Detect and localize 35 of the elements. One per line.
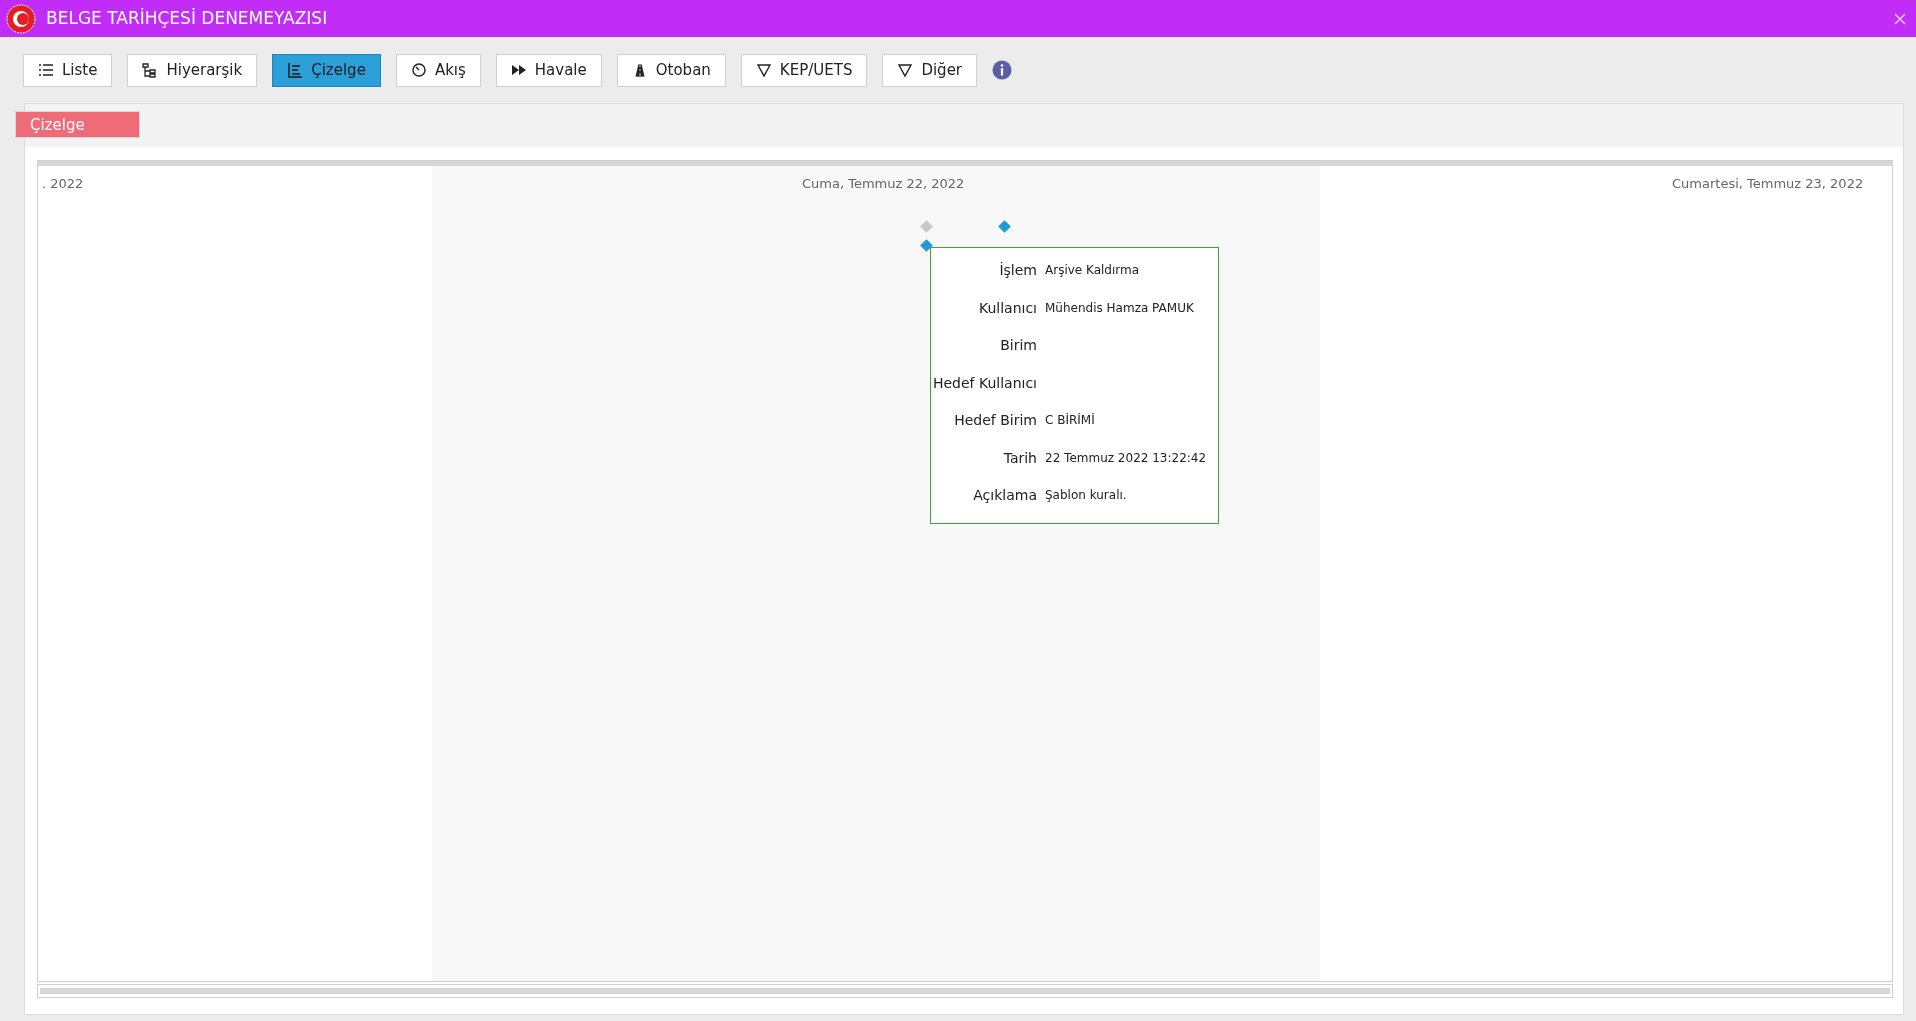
date-label: Cumartesi, Temmuz 23, 2022 xyxy=(1672,175,1864,193)
date-label: Cuma, Temmuz 22, 2022 xyxy=(802,175,965,193)
clock-icon xyxy=(410,62,427,78)
close-icon[interactable] xyxy=(1894,12,1906,25)
window-title: BELGE TARİHÇESİ DENEMEYAZISI xyxy=(46,6,328,30)
toolbar-button[interactable]: Çizelge xyxy=(272,53,381,87)
chart-icon xyxy=(287,62,304,78)
field-label: Hedef Birim xyxy=(953,411,1037,430)
field-label: Birim xyxy=(999,336,1037,355)
field-label: Açıklama xyxy=(972,486,1037,505)
filter-icon xyxy=(755,62,772,78)
field-value: Mühendis Hamza PAMUK xyxy=(1045,299,1195,317)
field-value: Arşive Kaldırma xyxy=(1045,262,1141,279)
field-label: Tarih xyxy=(1002,448,1037,468)
list-icon xyxy=(38,62,54,78)
field-label: Hedef Kullanıcı xyxy=(931,373,1037,393)
field-value: C BİRİMİ xyxy=(1045,412,1096,429)
toolbar-button[interactable]: Otoban xyxy=(616,53,726,87)
toolbar-button[interactable]: KEP/UETS xyxy=(740,53,868,87)
toolbar-button[interactable]: Havale xyxy=(495,53,602,87)
toolbar-button[interactable]: Akış xyxy=(395,53,481,87)
toolbar-button[interactable]: Liste xyxy=(23,53,113,87)
date-label: . 2022 xyxy=(42,175,84,193)
field-value: 22 Temmuz 2022 13:22:42 xyxy=(1045,449,1207,467)
horizontal-scrollbar[interactable] xyxy=(37,984,1893,998)
forward-icon xyxy=(510,62,527,78)
info-icon[interactable] xyxy=(992,60,1013,80)
toolbar-button[interactable]: Diğer xyxy=(882,53,978,87)
field-value: Şablon kuralı. xyxy=(1045,487,1128,504)
emblem-icon xyxy=(6,3,36,34)
toolbar-button[interactable]: Hiyerarşik xyxy=(127,53,258,87)
filter-icon xyxy=(897,62,914,78)
tree-icon xyxy=(142,62,159,78)
field-label: İşlem xyxy=(998,261,1037,280)
field-label: Kullanıcı xyxy=(977,298,1037,318)
